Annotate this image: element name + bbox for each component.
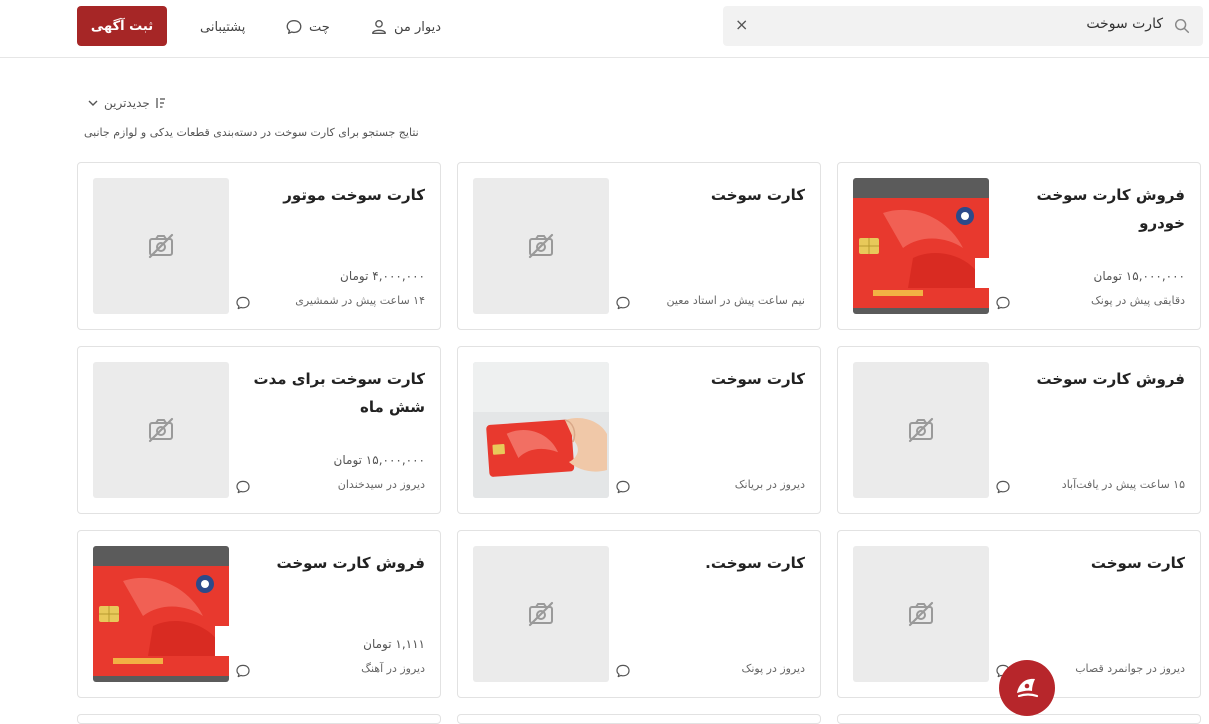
listing-title: فروش کارت سوخت خودرو [1036,186,1185,232]
fuel-card-image [93,546,229,682]
listing-card[interactable]: کارت سوخت دیروز در بریانک [457,346,821,514]
nav-chat-label: چت [309,19,330,35]
floating-logo-button[interactable] [999,660,1055,716]
nav-my-divar-label: دیوار من [394,19,442,35]
listing-meta: دیروز در پونک [741,662,805,675]
chevron-down-icon [88,100,98,106]
listing-thumbnail [93,546,229,682]
chat-bubble-icon[interactable] [615,479,631,495]
chat-bubble-icon[interactable] [615,295,631,311]
listing-card-partial [77,714,441,724]
listing-price: ۴,۰۰۰,۰۰۰ تومان [340,269,425,283]
listing-card[interactable]: فروش کارت سوخت ۱,۱۱۱ تومان دیروز در آهنگ [77,530,441,698]
listing-title: فروش کارت سوخت [276,554,425,572]
listing-meta: ۱۵ ساعت پیش در یافت‌آباد [1061,478,1185,491]
chat-bubble-icon[interactable] [235,295,251,311]
top-bar: کارت سوخت × دیوار من چت پشتیبانی ثبت آگه… [0,0,1209,58]
listing-price: ۱۵,۰۰۰,۰۰۰ تومان [1093,269,1185,283]
listing-thumbnail [473,362,609,498]
listing-thumbnail [93,362,229,498]
sort-dropdown[interactable]: جدیدترین [86,96,168,110]
listing-title: کارت سوخت موتور [283,186,425,204]
listing-price: ۱۵,۰۰۰,۰۰۰ تومان [333,453,425,467]
listing-meta: دیروز در جوانمرد قصاب [1075,662,1185,675]
nav-support[interactable]: پشتیبانی [200,16,245,38]
image-off-icon [528,233,554,259]
listing-title: کارت سوخت. [705,554,805,572]
listing-title: کارت سوخت [1090,554,1185,572]
listing-meta: دیروز در بریانک [734,478,805,491]
nav-chat[interactable]: چت [285,16,330,38]
listing-card[interactable]: کارت سوخت. دیروز در پونک [457,530,821,698]
listing-card[interactable]: فروش کارت سوخت خودرو ۱۵,۰۰۰,۰۰۰ تومان دقای… [837,162,1201,330]
image-off-icon [528,601,554,627]
listing-card[interactable]: فروش کارت سوخت ۱۵ ساعت پیش در یافت‌آباد [837,346,1201,514]
listing-meta: دقایقی پیش در پونک [1090,294,1185,307]
listing-thumbnail [853,178,989,314]
sort-label: جدیدترین [104,96,150,110]
listing-title: کارت سوخت برای مدت شش ماه [253,370,425,416]
nav-my-divar[interactable]: دیوار من [370,16,441,38]
nav-support-label: پشتیبانی [200,19,246,35]
listing-card[interactable]: کارت سوخت برای مدت شش ماه ۱۵,۰۰۰,۰۰۰ توما… [77,346,441,514]
listing-card-partial [457,714,821,724]
search-box[interactable]: کارت سوخت × [723,6,1203,46]
sort-icon [156,98,165,108]
logo-icon [1017,678,1039,698]
chat-bubble-icon [286,20,302,34]
image-off-icon [908,417,934,443]
chat-bubble-icon[interactable] [235,663,251,679]
image-off-icon [148,417,174,443]
listing-meta: دیروز در سیدخندان [337,478,425,491]
listing-meta: دیروز در آهنگ [361,662,425,675]
search-input[interactable]: کارت سوخت [1086,16,1163,32]
listing-thumbnail [473,178,609,314]
listing-price: ۱,۱۱۱ تومان [363,637,425,651]
listing-title: فروش کارت سوخت [1036,370,1185,388]
listing-card[interactable]: کارت سوخت موتور ۴,۰۰۰,۰۰۰ تومان ۱۴ ساعت پی… [77,162,441,330]
chat-bubble-icon[interactable] [235,479,251,495]
listing-card[interactable]: کارت سوخت نیم ساعت پیش در استاد معین [457,162,821,330]
user-icon [372,20,386,34]
chat-bubble-icon[interactable] [995,479,1011,495]
image-off-icon [148,233,174,259]
close-icon[interactable]: × [735,15,748,34]
chat-bubble-icon[interactable] [995,295,1011,311]
chat-bubble-icon[interactable] [615,663,631,679]
listing-title: کارت سوخت [710,186,805,204]
listing-meta: ۱۴ ساعت پیش در شمشیری [295,294,425,307]
listing-thumbnail [853,362,989,498]
image-off-icon [908,601,934,627]
listing-card-partial [837,714,1201,724]
fuel-card-image [853,178,989,314]
listing-title: کارت سوخت [710,370,805,388]
result-info: نتایج جستجو برای کارت سوخت در دسته‌بندی … [84,126,419,139]
listing-thumbnail [93,178,229,314]
search-icon [1174,18,1190,34]
listing-thumbnail [473,546,609,682]
listing-meta: نیم ساعت پیش در استاد معین [666,294,805,307]
post-ad-button[interactable]: ثبت آگهی [77,6,167,46]
listing-thumbnail [853,546,989,682]
hand-holding-card-image [473,362,609,498]
